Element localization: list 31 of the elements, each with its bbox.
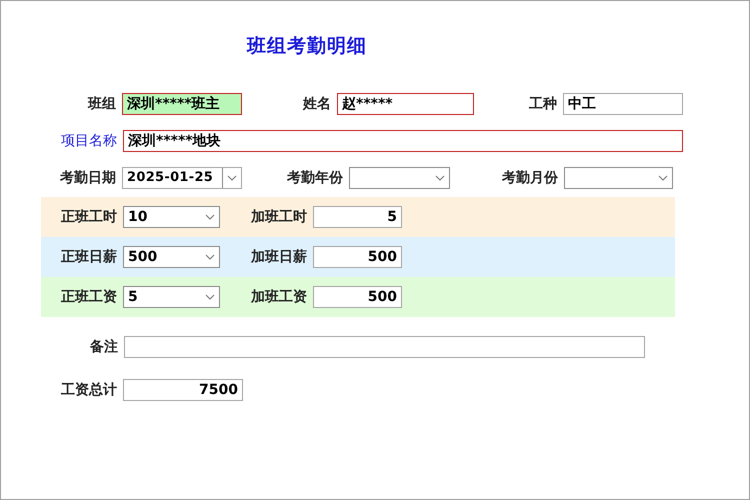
dropdown-field[interactable]: 10 — [123, 206, 220, 228]
field-label: 考勤月份 — [501, 168, 558, 186]
field-label: 加班工时 — [250, 208, 307, 226]
field-label: 正班日薪 — [60, 248, 117, 266]
input-field[interactable]: 深圳*****班主 — [122, 92, 242, 114]
field-label: 考勤日期 — [59, 168, 116, 186]
dropdown-field[interactable]: 5 — [123, 286, 220, 308]
field-label: 正班工时 — [60, 208, 117, 226]
input-field[interactable]: 赵***** — [337, 92, 474, 114]
date-field[interactable]: 2025-01-25 — [122, 166, 242, 188]
field-label: 加班工资 — [250, 288, 307, 306]
field-label: 姓名 — [302, 94, 331, 112]
field-label: 考勤年份 — [286, 168, 343, 186]
field-label: 工种 — [528, 94, 557, 112]
field-label: 加班日薪 — [250, 248, 307, 266]
input-field[interactable]: 中工 — [563, 92, 683, 114]
input-field[interactable]: 500 — [313, 286, 402, 308]
form-title: 班组考勤明细 — [246, 34, 368, 59]
field-label: 备注 — [89, 338, 118, 356]
field-label: 正班工资 — [60, 288, 117, 306]
input-field[interactable] — [124, 336, 645, 358]
field-label: 项目名称 — [60, 132, 117, 150]
input-field[interactable]: 5 — [313, 206, 402, 228]
input-field[interactable]: 500 — [313, 246, 402, 268]
dropdown-field[interactable] — [564, 166, 673, 188]
field-label: 班组 — [86, 94, 116, 112]
dropdown-field[interactable] — [349, 166, 450, 188]
dropdown-field[interactable]: 500 — [123, 246, 220, 268]
input-field[interactable]: 7500 — [123, 378, 243, 400]
field-label: 工资总计 — [60, 380, 117, 398]
input-field[interactable]: 深圳*****地块 — [123, 130, 683, 152]
